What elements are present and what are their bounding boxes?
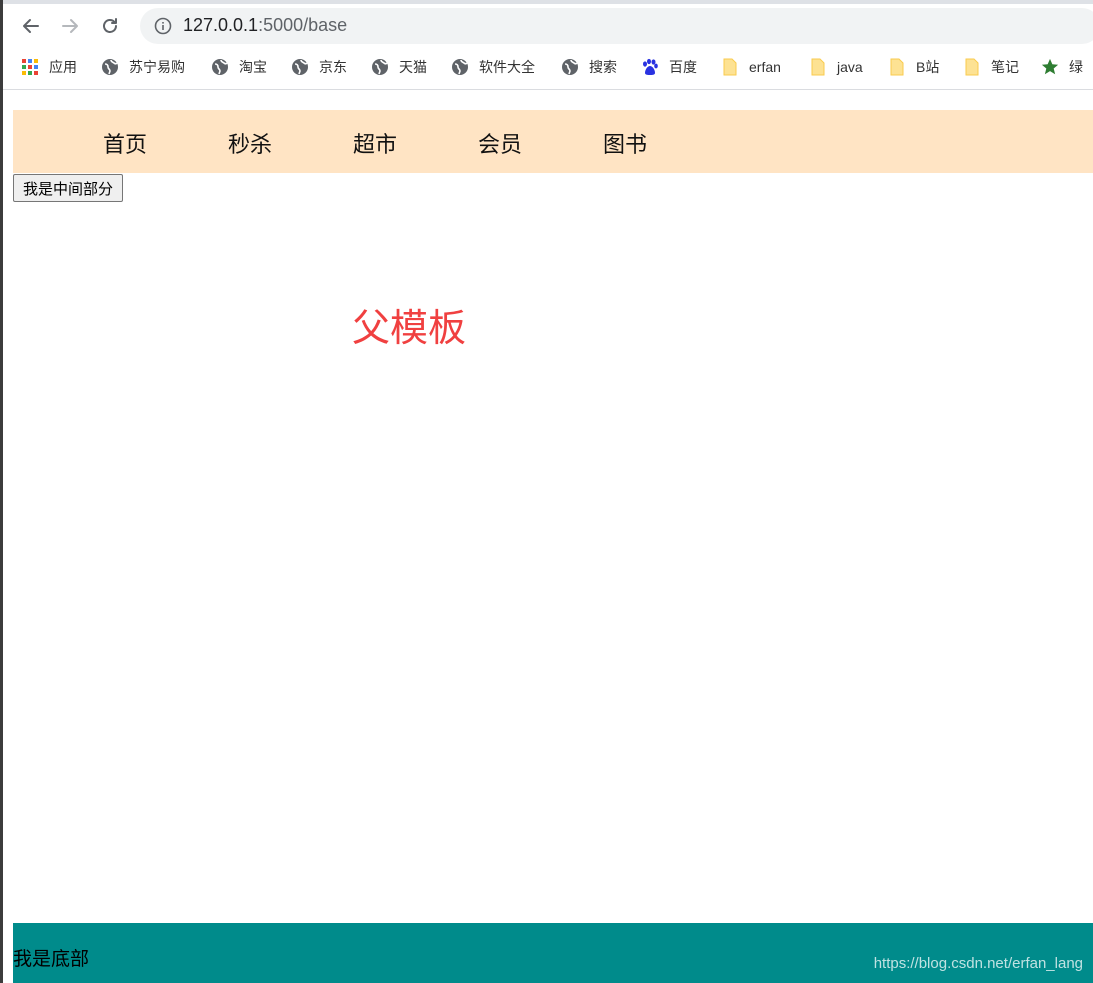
- back-button[interactable]: [17, 12, 45, 40]
- globe-icon: [101, 58, 119, 76]
- info-icon[interactable]: [154, 17, 172, 35]
- watermark: https://blog.csdn.net/erfan_lang: [873, 955, 1083, 972]
- url-path: :5000/base: [258, 15, 348, 35]
- forward-button[interactable]: [56, 12, 84, 40]
- bookmark-jd[interactable]: 京东: [291, 56, 347, 78]
- back-arrow-icon: [23, 19, 39, 33]
- bookmark-label: 苏宁易购: [129, 59, 185, 75]
- nav-menu: 首页 秒杀 超市 会员 图书: [13, 110, 1093, 173]
- bookmarks-bar: 应用 苏宁易购 淘宝 京东 天猫 软件大全 搜索 百度 erfan java B…: [3, 52, 1093, 82]
- globe-icon: [291, 58, 309, 76]
- bookmark-label: 应用: [49, 59, 77, 75]
- menu-item-flash-sale[interactable]: 秒杀: [228, 127, 272, 159]
- bookmark-search[interactable]: 搜索: [561, 56, 617, 78]
- globe-icon: [371, 58, 389, 76]
- menu-item-home[interactable]: 首页: [103, 127, 147, 159]
- globe-icon: [211, 58, 229, 76]
- forward-arrow-icon: [62, 19, 78, 33]
- bookmark-label: 淘宝: [239, 59, 267, 75]
- bookmark-label: 京东: [319, 59, 347, 75]
- bookmark-label: java: [837, 59, 863, 75]
- reload-button[interactable]: [96, 12, 124, 40]
- bookmark-label: 绿: [1069, 59, 1083, 75]
- menu-item-books[interactable]: 图书: [603, 127, 647, 159]
- url-host: 127.0.0.1: [183, 15, 259, 35]
- bookmark-green[interactable]: 绿: [1041, 56, 1083, 78]
- bookmark-label: 搜索: [589, 59, 617, 75]
- bookmark-folder-notes[interactable]: 笔记: [963, 56, 1019, 78]
- url-text: 127.0.0.1:5000/base: [183, 15, 347, 36]
- address-bar[interactable]: 127.0.0.1:5000/base: [140, 8, 1093, 44]
- bookmark-label: 笔记: [991, 59, 1019, 75]
- globe-icon: [561, 58, 579, 76]
- window-edge: [0, 0, 3, 983]
- bookmark-tmall[interactable]: 天猫: [371, 56, 427, 78]
- page-title: 父模板: [352, 308, 467, 350]
- star-icon: [1041, 58, 1059, 76]
- menu-item-member[interactable]: 会员: [478, 127, 522, 159]
- folder-icon: [721, 58, 739, 76]
- apps-grid-icon: [21, 58, 39, 76]
- folder-icon: [888, 58, 906, 76]
- bookmark-folder-bilibili[interactable]: B站: [888, 56, 939, 78]
- bookmark-baidu[interactable]: 百度: [641, 56, 697, 78]
- globe-icon: [451, 58, 469, 76]
- bookmark-apps[interactable]: 应用: [21, 56, 77, 78]
- folder-icon: [809, 58, 827, 76]
- folder-icon: [963, 58, 981, 76]
- footer-text: 我是底部: [13, 949, 90, 970]
- bookmark-software[interactable]: 软件大全: [451, 56, 535, 78]
- footer: 我是底部 https://blog.csdn.net/erfan_lang: [13, 923, 1093, 983]
- bookmark-label: 天猫: [399, 59, 427, 75]
- reload-icon: [103, 18, 117, 33]
- browser-chrome: 127.0.0.1:5000/base 应用 苏宁易购 淘宝 京东 天猫 软件大…: [3, 0, 1093, 90]
- bookmark-taobao[interactable]: 淘宝: [211, 56, 267, 78]
- bookmark-label: B站: [916, 59, 940, 75]
- bookmark-folder-java[interactable]: java: [809, 56, 863, 78]
- baidu-paw-icon: [641, 58, 659, 76]
- bookmark-suning[interactable]: 苏宁易购: [101, 56, 185, 78]
- bookmark-label: erfan: [749, 59, 781, 75]
- page-content: 首页 秒杀 超市 会员 图书 我是中间部分 父模板 我是底部 https://b…: [13, 90, 1093, 983]
- middle-button[interactable]: 我是中间部分: [13, 174, 124, 202]
- menu-item-supermarket[interactable]: 超市: [353, 127, 397, 159]
- bookmark-label: 百度: [669, 59, 697, 75]
- bookmark-label: 软件大全: [479, 59, 535, 75]
- tab-strip: [3, 0, 1093, 4]
- bookmark-folder-erfan[interactable]: erfan: [721, 56, 781, 78]
